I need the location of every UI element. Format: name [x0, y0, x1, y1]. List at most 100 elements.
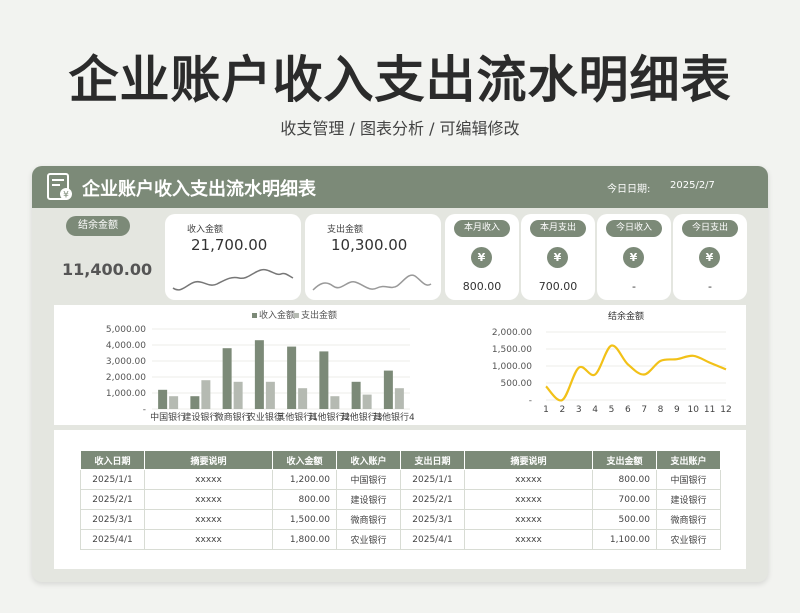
stat-value: - [708, 280, 712, 293]
legend-swatch-expense [294, 313, 299, 318]
x-tick-label: 4 [592, 405, 598, 415]
yen-icon: ¥ [699, 247, 720, 268]
cell[interactable]: 1,800.00 [272, 529, 337, 550]
stat-card-today-income: 今日收入 ¥ - [597, 214, 671, 300]
cell[interactable]: xxxxx [464, 529, 593, 550]
ledger-table-panel: 收入日期 摘要说明 收入金额 收入账户 支出日期 摘要说明 支出金额 支出账户 … [54, 430, 746, 569]
cell[interactable]: 中国银行 [656, 469, 721, 490]
cell[interactable]: 微商银行 [336, 509, 401, 530]
legend-swatch-income [252, 313, 257, 318]
x-tick-label: 中国银行 [150, 411, 186, 423]
y-tick-label: 1,500.00 [492, 345, 532, 355]
x-tick-label: 12 [720, 405, 731, 415]
y-tick-label: 2,000.00 [492, 328, 532, 338]
cell[interactable]: 2025/2/1 [80, 489, 145, 510]
expense-bar [233, 381, 243, 409]
cell[interactable]: 2025/2/1 [400, 489, 465, 510]
x-tick-label: 5 [609, 405, 615, 415]
x-tick-label: 9 [674, 405, 680, 415]
cell[interactable]: 500.00 [592, 509, 657, 530]
cell[interactable]: 800.00 [272, 489, 337, 510]
y-tick-label: 500.00 [501, 379, 533, 389]
x-tick-label: 11 [704, 405, 715, 415]
stat-card-month-income: 本月收入 ¥ 800.00 [445, 214, 519, 300]
cell[interactable]: xxxxx [464, 469, 593, 490]
income-bar [319, 351, 329, 409]
x-tick-label: 其他银行4 [373, 411, 414, 423]
cell[interactable]: 2025/1/1 [400, 469, 465, 490]
yen-icon: ¥ [471, 247, 492, 268]
col-income-desc: 摘要说明 [144, 450, 273, 470]
table-header-row: 收入日期 摘要说明 收入金额 收入账户 支出日期 摘要说明 支出金额 支出账户 [80, 450, 721, 470]
expense-bar [169, 396, 179, 409]
balance-line-chart: 结余金额 - 500.00 1,000.00 1,500.00 2,000.00 1 2 3 4 5… [492, 310, 732, 415]
expense-card: 支出金额 10,300.00 [305, 214, 441, 300]
cell[interactable]: 1,100.00 [592, 529, 657, 550]
stat-value: - [632, 280, 636, 293]
charts-panel: - 1,000.00 2,000.00 3,000.00 4,000.00 5,000.0… [54, 305, 746, 425]
table-row[interactable]: 2025/1/1 xxxxx 1,200.00 中国银行 2025/1/1 xx… [80, 469, 721, 490]
cell[interactable]: xxxxx [464, 489, 593, 510]
income-bar [383, 370, 393, 409]
y-tick-label: 1,000.00 [106, 389, 146, 399]
cell[interactable]: xxxxx [144, 489, 273, 510]
dashboard-header: ¥ 企业账户收入支出流水明细表 今日日期: 2025/2/7 [32, 166, 768, 208]
balance-line [545, 344, 727, 402]
cell[interactable]: 2025/1/1 [80, 469, 145, 490]
cell[interactable]: 农业银行 [656, 529, 721, 550]
y-tick-label: 4,000.00 [106, 341, 146, 351]
cell[interactable]: xxxxx [464, 509, 593, 530]
expense-sparkline [312, 274, 432, 291]
x-tick-label: 建设银行 [182, 411, 218, 423]
cell[interactable]: xxxxx [144, 509, 273, 530]
income-bar [190, 396, 200, 409]
stat-card-today-expense: 今日支出 ¥ - [673, 214, 747, 300]
dashboard-title: 企业账户收入支出流水明细表 [82, 179, 316, 200]
stat-card-month-expense: 本月支出 ¥ 700.00 [521, 214, 595, 300]
table-row[interactable]: 2025/4/1 xxxxx 1,800.00 农业银行 2025/4/1 xx… [80, 529, 721, 550]
cell[interactable]: 2025/3/1 [400, 509, 465, 530]
cell[interactable]: xxxxx [144, 529, 273, 550]
y-tick-label: 3,000.00 [106, 357, 146, 367]
table-row[interactable]: 2025/2/1 xxxxx 800.00 建设银行 2025/2/1 xxxx… [80, 489, 721, 510]
cell[interactable]: 农业银行 [336, 529, 401, 550]
x-tick-label: 1 [543, 405, 549, 415]
cell[interactable]: 中国银行 [336, 469, 401, 490]
x-tick-label: 3 [576, 405, 582, 415]
cell[interactable]: 1,500.00 [272, 509, 337, 530]
balance-badge: 结余金额 [66, 216, 130, 236]
cell[interactable]: 2025/4/1 [80, 529, 145, 550]
balance-value: 11,400.00 [62, 260, 153, 279]
ledger-table: 收入日期 摘要说明 收入金额 收入账户 支出日期 摘要说明 支出金额 支出账户 … [80, 450, 721, 550]
cell[interactable]: 微商银行 [656, 509, 721, 530]
x-tick-label: 10 [688, 405, 700, 415]
cell[interactable]: 700.00 [592, 489, 657, 510]
table-row[interactable]: 2025/3/1 xxxxx 1,500.00 微商银行 2025/3/1 xx… [80, 509, 721, 530]
cell[interactable]: 2025/3/1 [80, 509, 145, 530]
stat-label: 今日支出 [682, 220, 738, 237]
date-label: 今日日期: [607, 184, 651, 195]
income-label: 收入金额 [187, 225, 224, 235]
expense-bar [201, 380, 211, 409]
col-income-account: 收入账户 [336, 450, 401, 470]
expense-bar [330, 396, 340, 409]
cell[interactable]: 建设银行 [656, 489, 721, 510]
expense-bar [298, 388, 308, 409]
cell[interactable]: xxxxx [144, 469, 273, 490]
x-tick-label: 8 [658, 405, 664, 415]
cell[interactable]: 建设银行 [336, 489, 401, 510]
income-bar [158, 389, 168, 409]
stat-value: 800.00 [462, 280, 502, 293]
income-card: 收入金额 21,700.00 [165, 214, 301, 300]
income-sparkline [172, 268, 294, 291]
x-tick-label: 微商银行 [215, 411, 251, 423]
expense-bar [265, 381, 275, 409]
cell[interactable]: 1,200.00 [272, 469, 337, 490]
ledger-icon: ¥ [47, 173, 72, 201]
col-income-amount: 收入金额 [272, 450, 337, 470]
cell[interactable]: 800.00 [592, 469, 657, 490]
cell[interactable]: 2025/4/1 [400, 529, 465, 550]
yen-icon: ¥ [547, 247, 568, 268]
col-expense-date: 支出日期 [400, 450, 465, 470]
expense-bar [362, 394, 372, 409]
